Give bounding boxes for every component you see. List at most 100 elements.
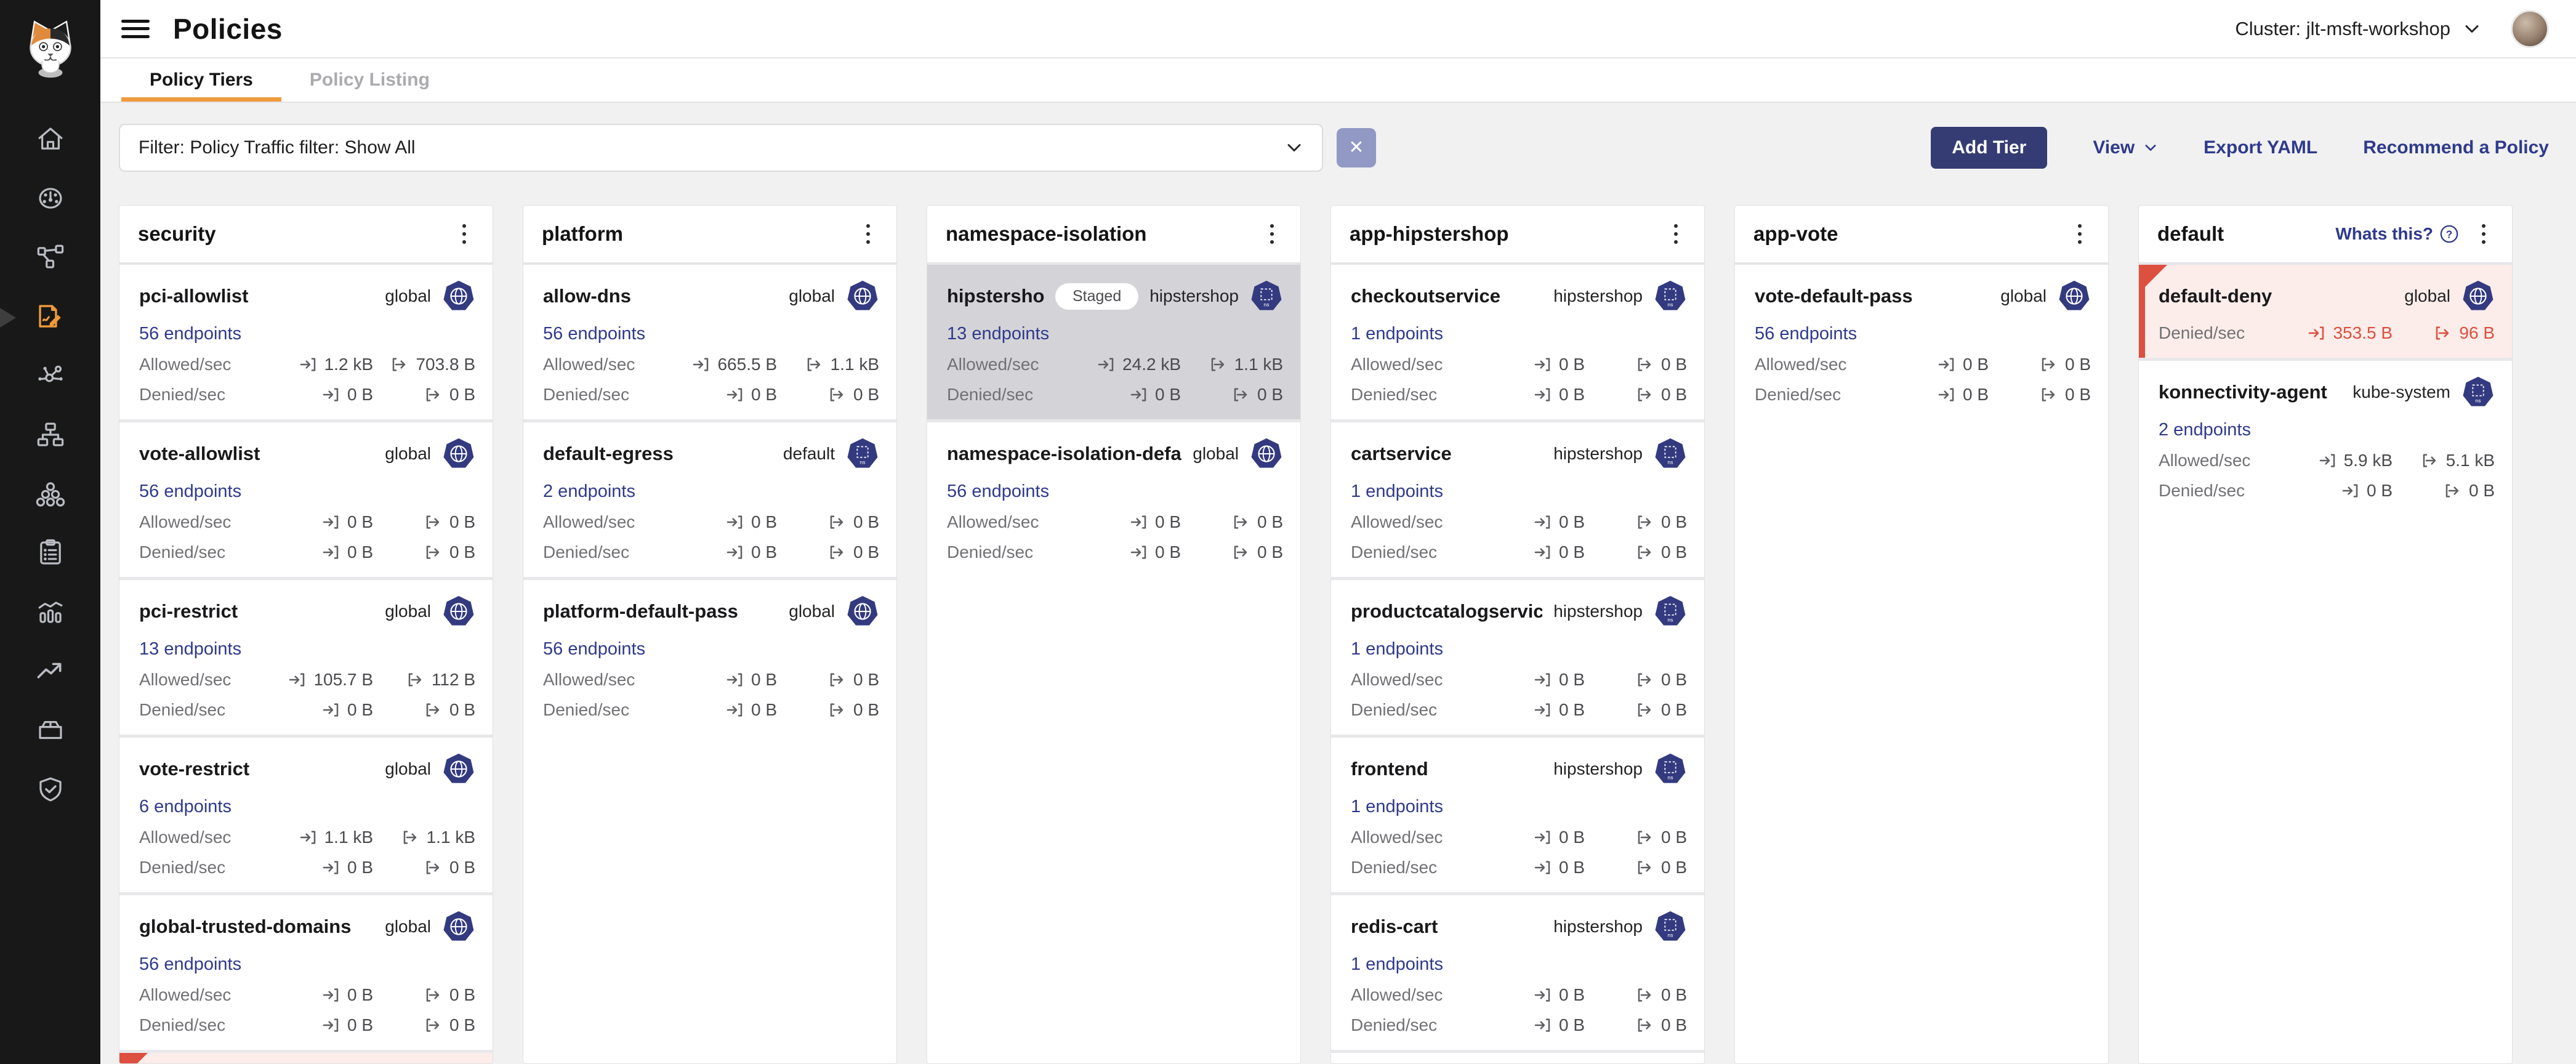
- endpoints-link[interactable]: 56 endpoints: [543, 324, 645, 344]
- endpoints-link[interactable]: 56 endpoints: [139, 324, 241, 344]
- export-yaml-button[interactable]: Export YAML: [2204, 137, 2317, 158]
- endpoints-link[interactable]: 1 endpoints: [1351, 324, 1443, 344]
- whats-this-link[interactable]: Whats this??: [2335, 224, 2459, 244]
- sidebar-item-service-graph[interactable]: [0, 229, 100, 288]
- policy-card[interactable]: global-trusted-domainsglobal56 endpoints…: [119, 895, 493, 1050]
- outbound-traffic-value: 0 B: [1595, 1015, 1687, 1035]
- metric-label: Denied/sec: [139, 542, 275, 562]
- global-scope-icon: [1250, 437, 1283, 470]
- tier-name: namespace-isolation: [946, 222, 1247, 246]
- sidebar-item-home[interactable]: [0, 111, 100, 170]
- tab-policy-listing[interactable]: Policy Listing: [281, 58, 458, 102]
- outbound-traffic-value: 0 B: [1595, 385, 1687, 405]
- sidebar-item-endpoints[interactable]: [0, 465, 100, 525]
- metric-label: Allowed/sec: [1755, 355, 1890, 374]
- policy-card[interactable]: vote-restrictglobal6 endpointsAllowed/se…: [119, 738, 493, 892]
- endpoints-link[interactable]: 1 endpoints: [1351, 482, 1443, 502]
- flows-icon: [35, 360, 66, 394]
- endpoints-link[interactable]: 2 endpoints: [543, 482, 635, 502]
- inbound-arrow-icon: [725, 512, 745, 532]
- policy-card[interactable]: checkoutservicehipstershopns1 endpointsA…: [1331, 265, 1704, 419]
- policy-name-row: pci-allowlistglobal: [139, 280, 475, 313]
- policy-card[interactable]: quarantineglobal0 endpoints: [119, 1053, 493, 1064]
- metric-label: Allowed/sec: [947, 355, 1082, 374]
- endpoints-link[interactable]: 13 endpoints: [139, 639, 241, 659]
- inbound-value: 0 B: [1559, 542, 1585, 562]
- policy-card[interactable]: platform-default-passglobal56 endpointsA…: [523, 580, 896, 735]
- tier-menu-kebab-icon[interactable]: [452, 220, 477, 248]
- sidebar-item-flows[interactable]: [0, 347, 100, 406]
- policy-card[interactable]: productcatalogservicehipstershopns1 endp…: [1331, 580, 1704, 735]
- inbound-value: 353.5 B: [2333, 323, 2393, 343]
- tier-menu-kebab-icon[interactable]: [1260, 220, 1284, 248]
- sidebar-item-policies[interactable]: [0, 288, 100, 347]
- scope-label: default: [783, 444, 835, 464]
- policy-card[interactable]: frontendhipstershopns1 endpointsAllowed/…: [1331, 738, 1704, 892]
- endpoints-link[interactable]: 56 endpoints: [543, 639, 645, 659]
- recommend-policy-button[interactable]: Recommend a Policy: [2363, 137, 2549, 158]
- cluster-selector[interactable]: Cluster: jlt-msft-workshop: [2235, 18, 2481, 40]
- tab-policy-tiers[interactable]: Policy Tiers: [121, 58, 281, 102]
- tier-menu-kebab-icon[interactable]: [856, 220, 880, 248]
- add-tier-button[interactable]: Add Tier: [1931, 127, 2047, 169]
- endpoints-link[interactable]: 13 endpoints: [947, 324, 1049, 344]
- tier-menu-kebab-icon[interactable]: [2067, 220, 2092, 248]
- outbound-arrow-icon: [424, 385, 443, 405]
- endpoints-link[interactable]: 56 endpoints: [1755, 324, 1857, 344]
- policy-name: platform-default-pass: [543, 600, 778, 623]
- sidebar-item-shield[interactable]: [0, 761, 100, 820]
- sidebar-item-stats[interactable]: [0, 584, 100, 643]
- policy-name-row: frontendhipstershopns: [1351, 752, 1687, 786]
- metric-label: Denied/sec: [1755, 385, 1890, 405]
- trend-icon: [35, 656, 66, 690]
- endpoints-link[interactable]: 1 endpoints: [1351, 797, 1443, 817]
- policy-card[interactable]: allow-dnsglobal56 endpointsAllowed/sec66…: [523, 265, 896, 419]
- policy-traffic-filter-select[interactable]: Filter: Policy Traffic filter: Show All: [119, 124, 1323, 172]
- policies-icon: [35, 301, 66, 335]
- policy-card[interactable]: default-denyglobalDenied/sec353.5 B96 B: [2139, 265, 2512, 358]
- scope-label: global: [789, 602, 835, 621]
- outbound-arrow-icon: [827, 385, 847, 405]
- tier-menu-kebab-icon[interactable]: [2471, 220, 2496, 248]
- scope-label: global: [1193, 444, 1239, 464]
- calico-cat-logo[interactable]: [0, 0, 100, 97]
- outbound-value: 0 B: [1257, 385, 1283, 405]
- endpoints-link[interactable]: 56 endpoints: [139, 482, 241, 502]
- metric-label: Allowed/sec: [139, 355, 275, 374]
- traffic-metric-row: Denied/sec0 B0 B: [139, 700, 475, 720]
- sidebar-item-trend[interactable]: [0, 643, 100, 702]
- endpoints-link[interactable]: 6 endpoints: [139, 797, 231, 817]
- endpoints-link[interactable]: 2 endpoints: [2159, 420, 2251, 440]
- policy-card[interactable]: cartservicehipstershopns1 endpointsAllow…: [1331, 422, 1704, 577]
- endpoints-link[interactable]: 1 endpoints: [1351, 639, 1443, 659]
- policy-card[interactable]: namespace-isolation-default-p…global56 e…: [927, 422, 1300, 577]
- endpoints-link[interactable]: 56 endpoints: [947, 482, 1049, 502]
- inbound-value: 0 B: [1155, 512, 1181, 532]
- policy-card[interactable]: vote-default-passglobal56 endpointsAllow…: [1735, 265, 2108, 419]
- endpoints-link[interactable]: 1 endpoints: [1351, 954, 1443, 975]
- policy-card[interactable]: pci-allowlistglobal 56 endpoints Allowed/s…: [119, 265, 493, 419]
- sidebar-item-nodes[interactable]: [0, 406, 100, 465]
- outbound-traffic-value: 0 B: [1191, 542, 1283, 562]
- outbound-value: 0 B: [1661, 1015, 1687, 1035]
- policy-card[interactable]: emailservicehipstershopns1 endpointsAllo…: [1331, 1053, 1704, 1064]
- inbound-traffic-value: 0 B: [275, 985, 373, 1005]
- traffic-metric-row: Denied/sec0 B0 B: [1755, 385, 2091, 405]
- sidebar-item-compliance[interactable]: [0, 525, 100, 584]
- policy-card[interactable]: hipstershop-gh…Stagedhipstershopns13 end…: [927, 265, 1300, 419]
- sidebar-item-gauge[interactable]: [0, 170, 100, 229]
- view-menu-button[interactable]: View: [2093, 137, 2158, 158]
- hamburger-menu-icon[interactable]: [121, 18, 150, 39]
- outbound-traffic-value: 0 B: [1595, 985, 1687, 1005]
- tier-menu-kebab-icon[interactable]: [1664, 220, 1688, 248]
- policy-card[interactable]: konnectivity-agentkube-systemns2 endpoin…: [2139, 361, 2512, 515]
- policy-card[interactable]: redis-carthipstershopns1 endpointsAllowe…: [1331, 895, 1704, 1050]
- sidebar-item-package[interactable]: [0, 702, 100, 761]
- policy-card[interactable]: vote-allowlistglobal56 endpointsAllowed/…: [119, 422, 493, 577]
- policy-card[interactable]: pci-restrictglobal13 endpointsAllowed/se…: [119, 580, 493, 735]
- policy-card[interactable]: default-egressdefaultns2 endpointsAllowe…: [523, 422, 896, 577]
- filter-clear-button[interactable]: ✕: [1337, 128, 1376, 167]
- outbound-traffic-value: 0 B: [383, 542, 475, 562]
- user-avatar[interactable]: [2511, 10, 2549, 48]
- endpoints-link[interactable]: 56 endpoints: [139, 954, 241, 975]
